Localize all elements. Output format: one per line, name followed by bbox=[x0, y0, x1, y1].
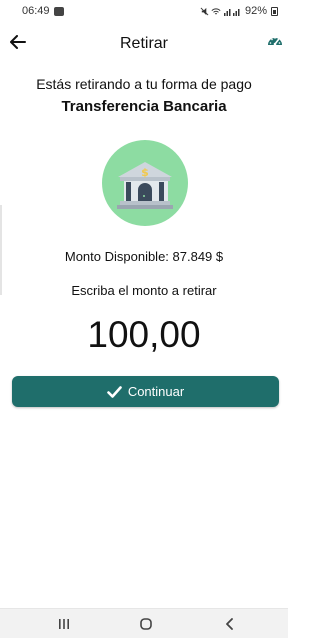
speedometer-icon bbox=[268, 37, 282, 46]
speedometer-button[interactable] bbox=[266, 32, 286, 52]
signal-icons bbox=[200, 7, 241, 16]
status-left: 06:49 bbox=[22, 5, 64, 17]
notification-icon bbox=[53, 6, 64, 16]
page-title: Retirar bbox=[119, 35, 168, 52]
back-icon bbox=[226, 618, 233, 630]
signal-bars-icon bbox=[223, 8, 240, 16]
recents-icon bbox=[59, 619, 69, 629]
system-nav-bar bbox=[0, 608, 288, 638]
status-time: 06:49 bbox=[22, 5, 50, 17]
wifi-icon bbox=[211, 7, 221, 14]
app-bar: Retirar bbox=[0, 28, 288, 60]
status-bar: 06:49 92% bbox=[0, 0, 288, 22]
check-icon bbox=[107, 385, 122, 398]
nav-recents-button[interactable] bbox=[44, 612, 84, 636]
available-balance: Monto Disponible: 87.849 $ bbox=[64, 249, 224, 264]
svg-text:$: $ bbox=[141, 166, 149, 179]
status-right: 92% bbox=[200, 5, 278, 17]
battery-percent: 92% bbox=[244, 5, 267, 17]
battery-icon bbox=[271, 6, 278, 16]
amount-prompt: Escriba el monto a retirar bbox=[71, 283, 217, 298]
edge-panel-handle[interactable] bbox=[0, 205, 2, 295]
bank-illustration: $ bbox=[102, 140, 188, 226]
payment-method-name: Transferencia Bancaria bbox=[61, 98, 227, 115]
bank-icon: $ bbox=[102, 140, 188, 226]
payment-method-intro: Estás retirando a tu forma de pago bbox=[36, 76, 252, 92]
continue-label: Continuar bbox=[127, 384, 185, 399]
nav-home-button[interactable] bbox=[126, 612, 166, 636]
mute-icon bbox=[200, 7, 209, 15]
amount-input[interactable] bbox=[40, 310, 248, 360]
continue-button[interactable]: Continuar bbox=[12, 376, 279, 407]
home-icon bbox=[140, 618, 152, 630]
nav-back-button[interactable] bbox=[210, 612, 250, 636]
